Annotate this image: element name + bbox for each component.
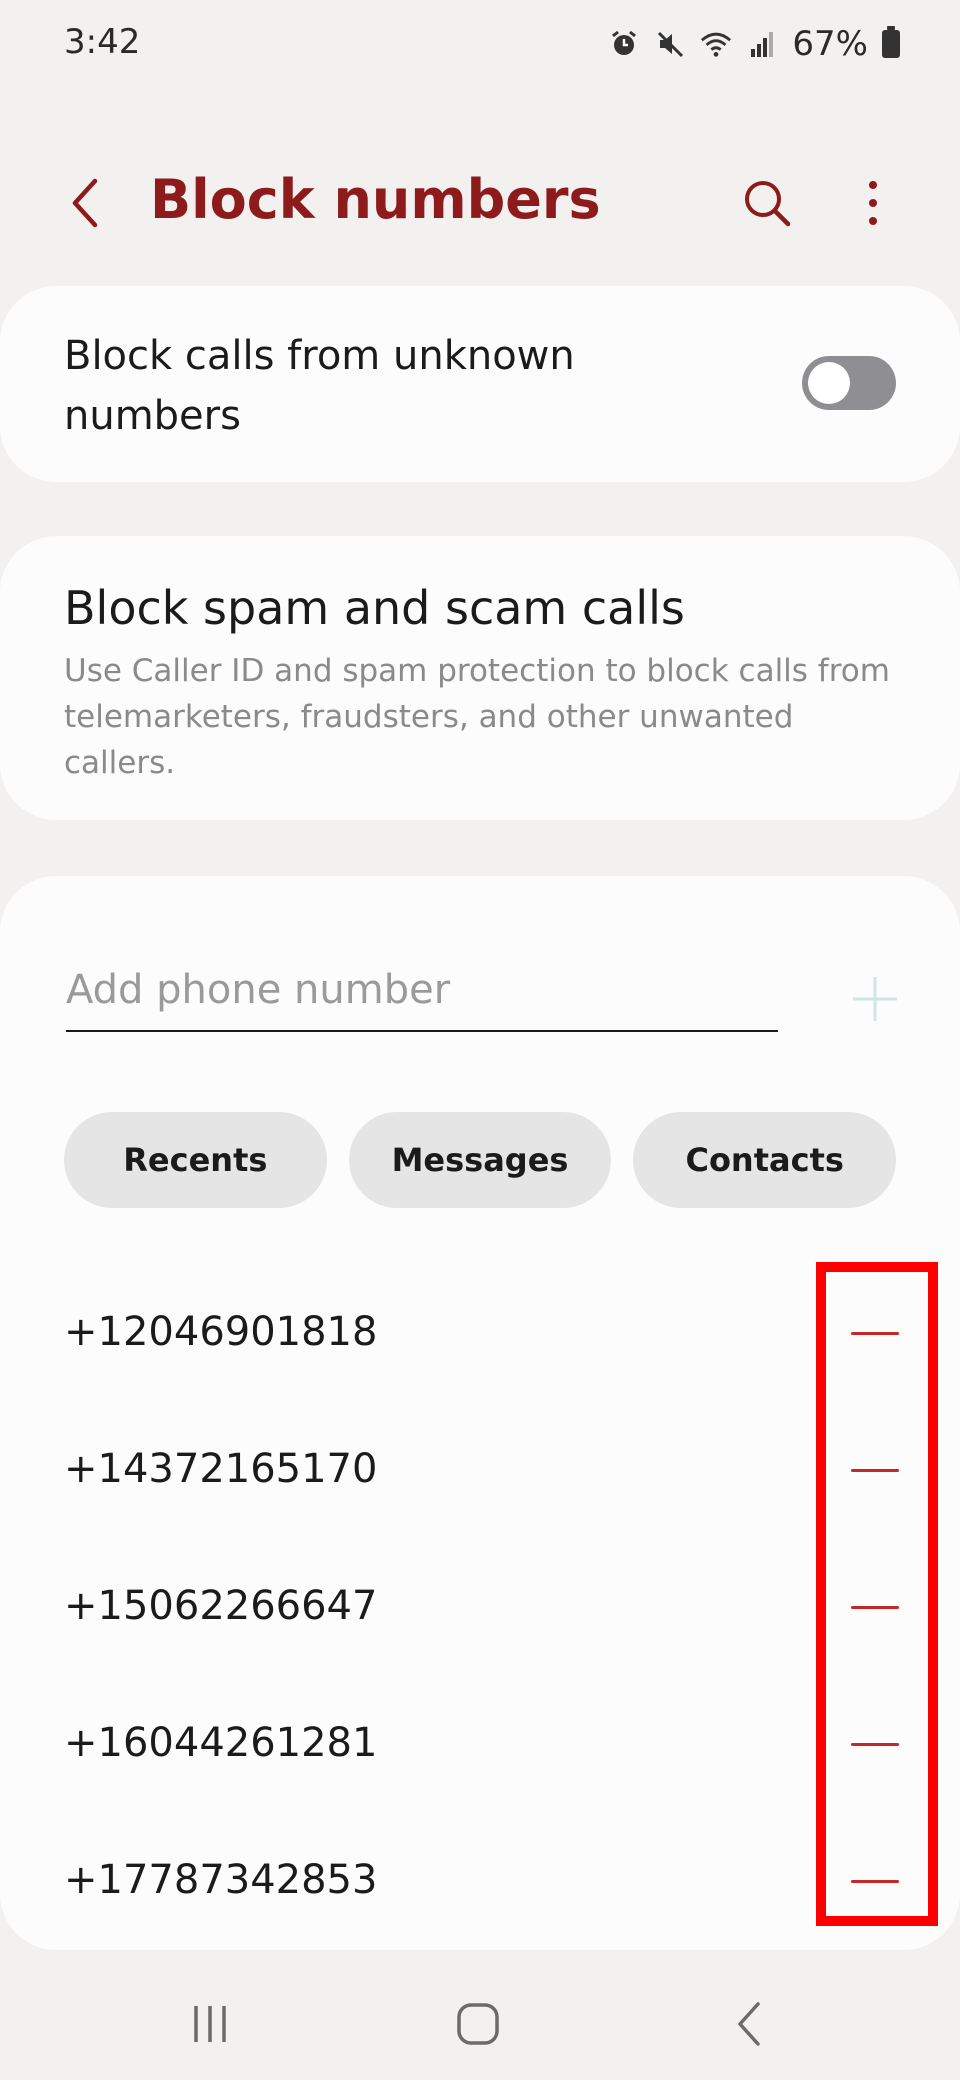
page-title: Block numbers bbox=[150, 168, 601, 231]
remove-number-button[interactable] bbox=[848, 1443, 902, 1497]
spam-title: Block spam and scam calls bbox=[64, 581, 685, 635]
unknown-numbers-label: Block calls from unknown numbers bbox=[64, 333, 575, 439]
blocked-numbers-card: Recents Messages Contacts +12046901818 +… bbox=[0, 876, 960, 1950]
mute-icon bbox=[654, 28, 686, 60]
messages-button[interactable]: Messages bbox=[348, 1112, 612, 1208]
spam-card[interactable]: Block spam and scam calls Use Caller ID … bbox=[0, 536, 960, 820]
add-phone-number-input[interactable] bbox=[66, 950, 778, 1032]
remove-number-button[interactable] bbox=[848, 1580, 902, 1634]
more-options-button[interactable] bbox=[838, 168, 908, 238]
nav-back-icon bbox=[738, 2002, 760, 2046]
source-buttons: Recents Messages Contacts bbox=[64, 1112, 897, 1208]
home-icon bbox=[457, 2003, 499, 2045]
status-bar: 3:42 67% bbox=[0, 0, 960, 92]
battery-icon bbox=[882, 26, 900, 58]
alarm-icon bbox=[608, 28, 640, 60]
status-time: 3:42 bbox=[64, 22, 141, 62]
contacts-button[interactable]: Contacts bbox=[633, 1112, 897, 1208]
back-icon bbox=[72, 178, 98, 228]
spam-description: Use Caller ID and spam protection to blo… bbox=[64, 653, 890, 781]
more-options-icon bbox=[869, 181, 877, 225]
recent-apps-icon bbox=[194, 2006, 226, 2042]
unknown-numbers-toggle[interactable] bbox=[802, 356, 896, 410]
blocked-number: +14372165170 bbox=[64, 1446, 378, 1492]
app-bar: Block numbers bbox=[0, 140, 960, 260]
battery-percentage: 67% bbox=[792, 24, 868, 64]
home-button[interactable] bbox=[438, 1984, 518, 2064]
blocked-number: +17787342853 bbox=[64, 1857, 378, 1903]
toggle-knob bbox=[808, 362, 850, 404]
wifi-icon bbox=[700, 28, 732, 60]
navigation-bar bbox=[0, 1960, 960, 2080]
remove-number-button[interactable] bbox=[848, 1306, 902, 1360]
minus-icon bbox=[851, 1468, 899, 1472]
blocked-number: +16044261281 bbox=[64, 1720, 378, 1766]
blocked-number-row[interactable]: +15062266647 bbox=[0, 1538, 960, 1675]
blocked-number-row[interactable]: +17787342853 bbox=[0, 1812, 960, 1949]
blocked-number: +15062266647 bbox=[64, 1583, 378, 1629]
plus-icon bbox=[853, 977, 897, 1021]
minus-icon bbox=[851, 1879, 899, 1883]
minus-icon bbox=[851, 1742, 899, 1746]
signal-icon bbox=[746, 28, 778, 60]
remove-number-button[interactable] bbox=[848, 1854, 902, 1908]
add-number-button[interactable] bbox=[846, 970, 904, 1028]
blocked-number-row[interactable]: +12046901818 bbox=[0, 1264, 960, 1401]
search-button[interactable] bbox=[732, 168, 802, 238]
search-icon bbox=[745, 181, 791, 227]
nav-back-button[interactable] bbox=[710, 1984, 790, 2064]
minus-icon bbox=[851, 1605, 899, 1609]
back-button[interactable] bbox=[50, 168, 120, 238]
recents-button[interactable]: Recents bbox=[64, 1112, 327, 1208]
blocked-number: +12046901818 bbox=[64, 1309, 378, 1355]
status-icons: 67% bbox=[608, 24, 900, 64]
minus-icon bbox=[851, 1331, 899, 1335]
blocked-number-row[interactable]: +14372165170 bbox=[0, 1401, 960, 1538]
recent-apps-button[interactable] bbox=[170, 1984, 250, 2064]
remove-number-button[interactable] bbox=[848, 1717, 902, 1771]
blocked-number-row[interactable]: +16044261281 bbox=[0, 1675, 960, 1812]
